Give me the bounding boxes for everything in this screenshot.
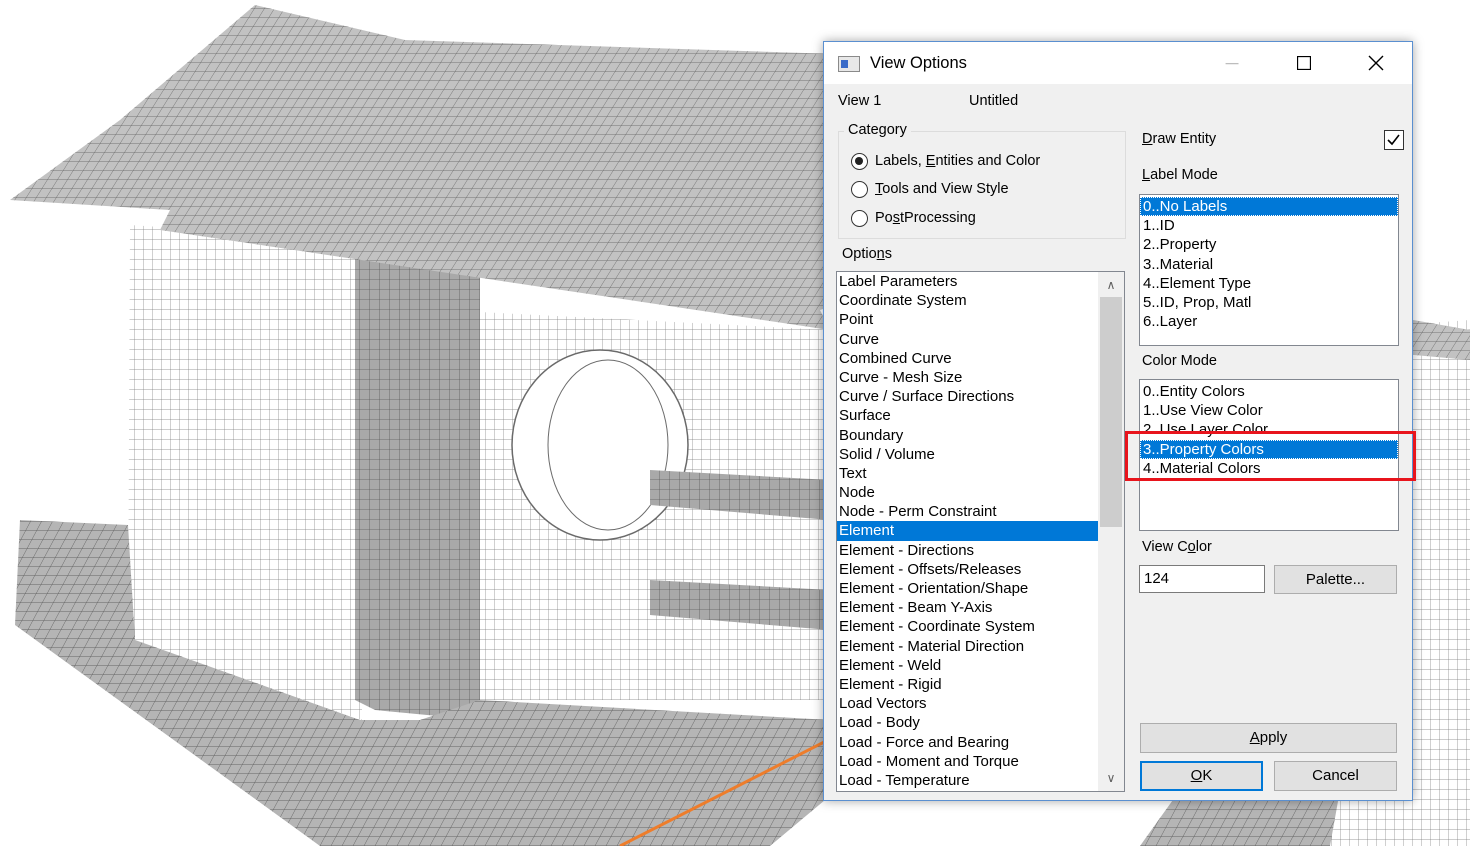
- options-list-item[interactable]: Load - Temperature: [837, 771, 1124, 790]
- label-mode-item[interactable]: 4..Element Type: [1140, 274, 1398, 293]
- close-icon: [1368, 55, 1384, 71]
- radio-postprocessing[interactable]: [851, 210, 868, 227]
- options-list-item[interactable]: Combined Curve: [837, 349, 1124, 368]
- view-color-label: View Color: [1142, 539, 1212, 555]
- minimize-button[interactable]: ─: [1196, 42, 1268, 84]
- color-mode-item[interactable]: 1..Use View Color: [1140, 401, 1398, 420]
- draw-entity-label: Draw Entity: [1142, 131, 1217, 147]
- options-list-item[interactable]: Load - Force and Bearing: [837, 733, 1124, 752]
- view-color-input[interactable]: 124: [1139, 565, 1265, 593]
- options-list-item[interactable]: Element - Rigid: [837, 675, 1124, 694]
- dialog-title: View Options: [870, 54, 967, 72]
- options-listbox[interactable]: Label Parameters Coordinate System Point Cu…: [836, 271, 1125, 792]
- palette-button[interactable]: Palette...: [1274, 565, 1397, 594]
- options-list-item[interactable]: Boundary: [837, 426, 1124, 445]
- view-number-label: View 1: [838, 93, 882, 109]
- cancel-button[interactable]: Cancel: [1274, 761, 1397, 791]
- apply-button[interactable]: Apply: [1140, 723, 1397, 753]
- maximize-icon: [1296, 55, 1312, 71]
- options-list-item[interactable]: Element: [837, 521, 1124, 541]
- options-list-item[interactable]: Coordinate System: [837, 291, 1124, 310]
- options-list-item[interactable]: Load - Body: [837, 713, 1124, 732]
- options-list-item[interactable]: Point: [837, 310, 1124, 329]
- options-list-item[interactable]: Load Vectors: [837, 694, 1124, 713]
- ok-button[interactable]: OK: [1140, 761, 1263, 791]
- radio-label-tools-view-style: Tools and View Style: [875, 181, 1009, 197]
- highlight-box: [1125, 431, 1416, 481]
- options-list-item[interactable]: Element - Weld: [837, 656, 1124, 675]
- label-mode-item[interactable]: 5..ID, Prop, Matl: [1140, 293, 1398, 312]
- label-mode-listbox[interactable]: 0..No Labels 1..ID 2..Property 3..Material 4…: [1139, 194, 1399, 346]
- options-list-item[interactable]: Element - Orientation/Shape: [837, 579, 1124, 598]
- checkmark-icon: [1387, 134, 1400, 146]
- category-legend: Category: [844, 122, 911, 138]
- color-mode-label: Color Mode: [1142, 353, 1217, 369]
- app-icon: [838, 56, 860, 72]
- options-list-item[interactable]: Curve - Mesh Size: [837, 368, 1124, 387]
- options-list-item[interactable]: Element - Offsets/Releases: [837, 560, 1124, 579]
- radio-label-postprocessing: PostProcessing: [875, 210, 976, 226]
- color-mode-item[interactable]: 0..Entity Colors: [1140, 382, 1398, 401]
- options-list-item[interactable]: Load - Moment and Torque: [837, 752, 1124, 771]
- options-label: Options: [842, 246, 892, 262]
- options-list-item[interactable]: Node: [837, 483, 1124, 502]
- options-list-item[interactable]: Label Parameters: [837, 272, 1124, 291]
- options-list-item[interactable]: Curve: [837, 330, 1124, 349]
- label-mode-item[interactable]: 6..Layer: [1140, 312, 1398, 331]
- options-list-item[interactable]: Element - Coordinate System: [837, 617, 1124, 636]
- view-name-label: Untitled: [969, 93, 1019, 109]
- label-mode-item[interactable]: 3..Material: [1140, 255, 1398, 274]
- label-mode-item[interactable]: 1..ID: [1140, 216, 1398, 235]
- options-list-item[interactable]: Element - Beam Y-Axis: [837, 598, 1124, 617]
- radio-label-labels-entities-color: Labels, Entities and Color: [875, 153, 1041, 169]
- options-list-item[interactable]: Solid / Volume: [837, 445, 1124, 464]
- radio-tools-view-style[interactable]: [851, 181, 868, 198]
- options-list-item[interactable]: Node - Perm Constraint: [837, 502, 1124, 521]
- label-mode-item[interactable]: 0..No Labels: [1140, 197, 1398, 217]
- options-scrollbar[interactable]: ∧ ∨: [1098, 272, 1124, 791]
- label-mode-label: Label Mode: [1142, 167, 1218, 183]
- options-list-item[interactable]: Surface: [837, 406, 1124, 425]
- view-options-dialog: View Options ─ View 1 Untitled Category …: [823, 41, 1416, 801]
- scroll-down-arrow-icon[interactable]: ∨: [1098, 767, 1124, 789]
- scroll-up-arrow-icon[interactable]: ∧: [1098, 274, 1124, 296]
- maximize-button[interactable]: [1268, 42, 1340, 84]
- title-bar: View Options ─: [824, 42, 1412, 84]
- close-button[interactable]: [1340, 42, 1412, 84]
- options-list-item[interactable]: Element - Material Direction: [837, 637, 1124, 656]
- options-list-item[interactable]: Text: [837, 464, 1124, 483]
- options-list-item[interactable]: Element - Directions: [837, 541, 1124, 560]
- options-list-item[interactable]: Curve / Surface Directions: [837, 387, 1124, 406]
- draw-entity-checkbox[interactable]: [1384, 130, 1404, 150]
- label-mode-item[interactable]: 2..Property: [1140, 235, 1398, 254]
- minimize-icon: ─: [1225, 53, 1239, 73]
- scroll-thumb[interactable]: [1100, 297, 1122, 527]
- radio-labels-entities-color[interactable]: [851, 153, 868, 170]
